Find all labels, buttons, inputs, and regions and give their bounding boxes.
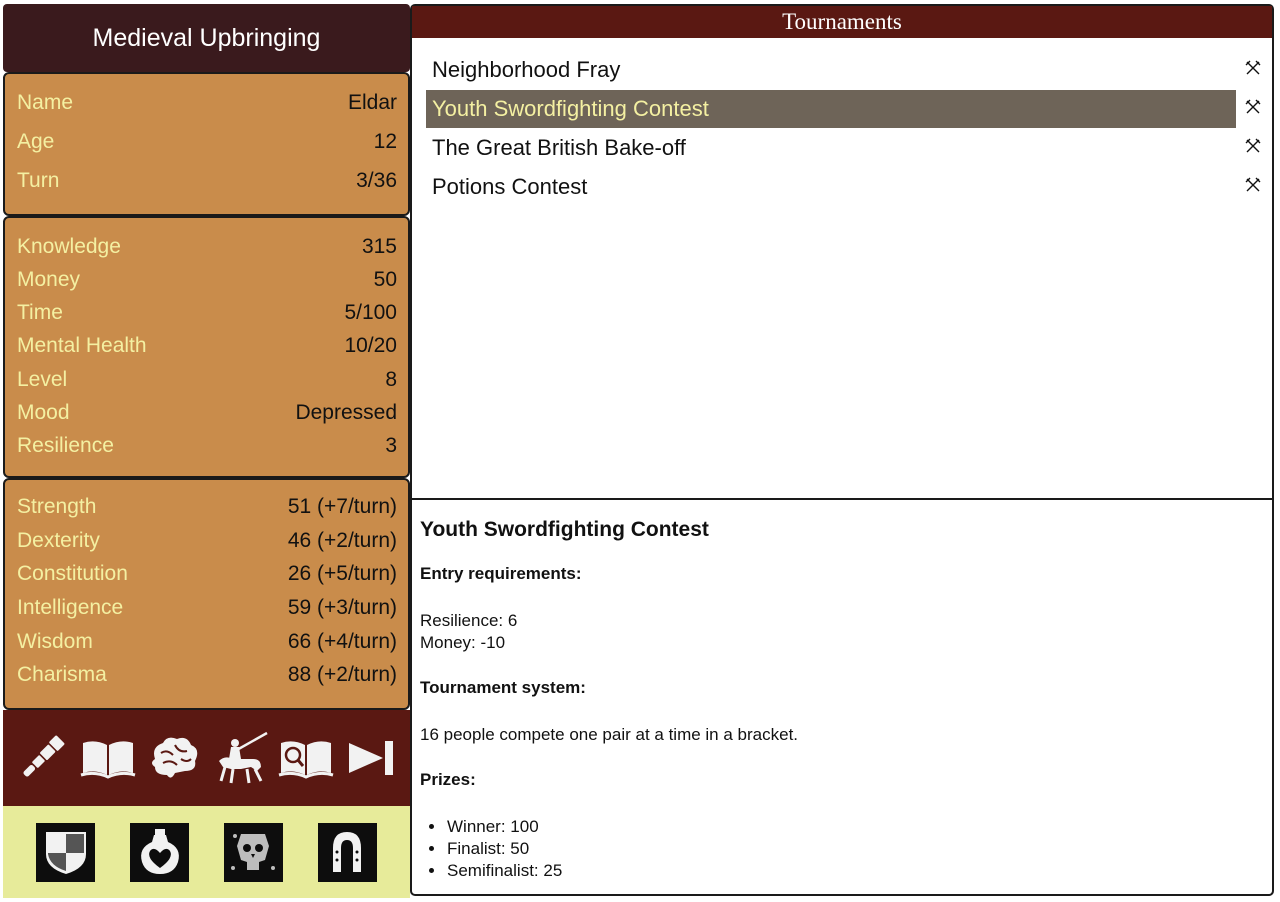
stat-value: 12 [373,130,397,153]
tournament-item-selected[interactable]: Youth Swordfighting Contest [426,90,1236,128]
skull-crest-icon[interactable] [223,822,283,882]
knight-jousting-icon[interactable] [211,729,269,787]
stat-value: 26 (+5/turn) [287,562,397,585]
stat-row-level: Level 8 [17,365,397,395]
next-turn-icon[interactable] [343,729,401,787]
stat-value: 5/100 [344,301,397,324]
stat-label: Constitution [17,562,128,585]
tournament-item[interactable]: Potions Contest [426,168,1236,206]
stat-value: 3 [385,434,397,457]
stat-label: Level [17,368,68,391]
stat-row-strength: Strength 51 (+7/turn) [17,492,397,522]
stat-label: Turn [17,169,60,192]
stat-label: Mood [17,401,70,424]
stat-label: Dexterity [17,529,100,552]
system-heading: Tournament system: [420,678,586,697]
character-sheet: Medieval Upbringing Name Eldar Age 12 Tu… [3,4,410,898]
shield-icon[interactable] [36,822,96,882]
stat-row-wisdom: Wisdom 66 (+4/turn) [17,627,397,657]
prizes-heading: Prizes: [420,770,476,789]
stat-row-turn: Turn 3/36 [17,166,397,196]
prizes-list: Winner: 100 Finalist: 50 Semifinalist: 2… [420,816,1272,882]
stat-row-knowledge: Knowledge 315 [17,232,397,262]
stat-row-intelligence: Intelligence 59 (+3/turn) [17,593,397,623]
tournaments-header: Tournaments [412,6,1272,38]
status-bar [3,806,410,898]
stat-value: 3/36 [356,169,397,192]
action-bar [3,710,410,806]
requirements-heading: Entry requirements: [420,564,582,583]
system-text: 16 people compete one pair at a time in … [420,725,799,744]
stat-value: Depressed [295,401,397,424]
stat-label: Wisdom [17,630,93,653]
prize-item: Semifinalist: 25 [446,860,1272,882]
stat-row-dexterity: Dexterity 46 (+2/turn) [17,526,397,556]
swords-icon[interactable] [1242,57,1264,79]
tournament-item[interactable]: Neighborhood Fray [426,51,1236,89]
tournament-item[interactable]: The Great British Bake-off [426,129,1236,167]
stat-row-age: Age 12 [17,127,397,157]
tournament-detail: Youth Swordfighting Contest Entry requir… [410,498,1274,896]
requirement-item: Money: -10 [420,633,506,652]
stat-value: 8 [385,368,397,391]
stat-label: Knowledge [17,235,121,258]
stat-row-resilience: Resilience 3 [17,431,397,461]
stat-value: 59 (+3/turn) [287,596,397,619]
stat-row-money: Money 50 [17,265,397,295]
book-search-icon[interactable] [277,729,335,787]
stat-label: Mental Health [17,334,147,357]
prize-item: Winner: 100 [446,816,1272,838]
stat-label: Time [17,301,63,324]
stat-label: Charisma [17,663,107,686]
stat-value: 51 (+7/turn) [287,495,397,518]
stat-label: Name [17,91,74,114]
basic-info-panel: Name Eldar Age 12 Turn 3/36 [3,72,410,216]
brain-icon[interactable] [145,729,203,787]
open-book-icon[interactable] [79,729,137,787]
stat-row-name: Name Eldar [17,88,397,118]
stat-row-mental-health: Mental Health 10/20 [17,331,397,361]
stat-row-constitution: Constitution 26 (+5/turn) [17,559,397,589]
stat-value: 46 (+2/turn) [287,529,397,552]
heart-potion-icon[interactable] [130,822,190,882]
requirements-list: Resilience: 6 Money: -10 [420,610,1272,654]
telescope-icon[interactable] [13,729,71,787]
resources-panel: Knowledge 315 Money 50 Time 5/100 Mental… [3,216,410,478]
swords-icon[interactable] [1242,96,1264,118]
attributes-panel: Strength 51 (+7/turn) Dexterity 46 (+2/t… [3,478,410,710]
prize-item: Finalist: 50 [446,838,1272,860]
horseshoe-icon[interactable] [317,822,377,882]
stat-value: 88 (+2/turn) [287,663,397,686]
game-title: Medieval Upbringing [3,4,410,72]
stat-row-time: Time 5/100 [17,298,397,328]
stat-label: Resilience [17,434,114,457]
stat-value: 66 (+4/turn) [287,630,397,653]
stat-label: Strength [17,495,97,518]
requirement-item: Resilience: 6 [420,611,518,630]
stat-label: Money [17,268,81,291]
swords-icon[interactable] [1242,135,1264,157]
stat-value: 315 [361,235,397,258]
stat-value: Eldar [347,91,397,114]
detail-title: Youth Swordfighting Contest [420,518,709,541]
stat-value: 50 [373,268,397,291]
stat-label: Age [17,130,55,153]
swords-icon[interactable] [1242,174,1264,196]
stat-label: Intelligence [17,596,124,619]
tournaments-panel: Tournaments Neighborhood Fray Youth Swor… [410,4,1274,500]
stat-row-charisma: Charisma 88 (+2/turn) [17,660,397,690]
stat-row-mood: Mood Depressed [17,398,397,428]
stat-value: 10/20 [344,334,397,357]
